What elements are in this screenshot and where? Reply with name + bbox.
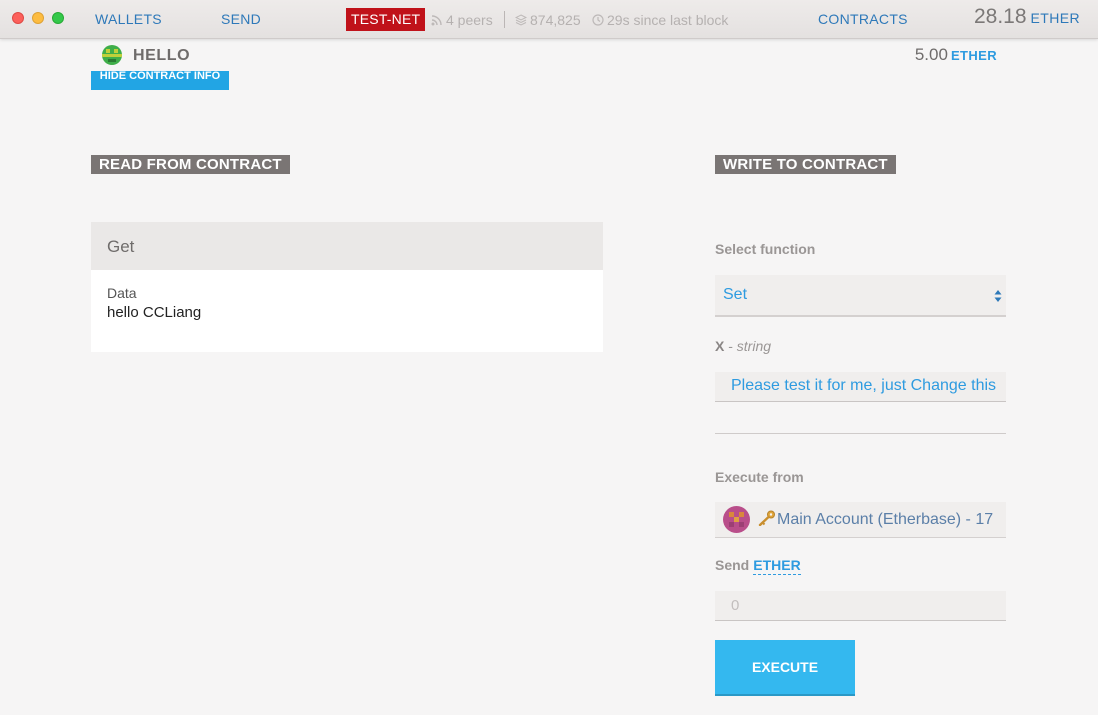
parameter-label: X - string xyxy=(715,338,771,354)
parameter-x-input[interactable]: Please test it for me, just Change this xyxy=(715,372,1006,402)
selected-function: Set xyxy=(723,286,748,303)
nav-contracts-link[interactable]: CONTRACTS xyxy=(818,11,908,27)
divider xyxy=(715,433,1006,434)
parameter-name: X xyxy=(715,338,725,354)
block-number: 874,825 xyxy=(530,12,581,28)
network-badge: TEST-NET xyxy=(346,8,426,31)
nav-send-link[interactable]: SEND xyxy=(221,11,261,27)
block-number-status: 874,825 xyxy=(515,12,581,28)
peers-status: 4 peers xyxy=(431,12,493,28)
blocks-layers-icon xyxy=(515,14,527,26)
peers-signal-icon xyxy=(431,15,442,26)
contract-balance: 5.00 ETHER xyxy=(915,45,997,65)
select-function-label: Select function xyxy=(715,241,816,257)
hide-contract-info-button[interactable]: HIDE CONTRACT INFO xyxy=(91,71,229,90)
contract-balance-unit: ETHER xyxy=(950,48,997,63)
execute-button[interactable]: EXECUTE xyxy=(715,640,855,694)
peers-count: 4 peers xyxy=(446,12,493,28)
parameter-x-value: Please test it for me, just Change this xyxy=(731,377,997,394)
nav-wallets-link[interactable]: WALLETS xyxy=(95,11,162,27)
read-function-output: Data hello CCLiang xyxy=(91,270,603,352)
read-function-header: Get xyxy=(91,222,603,270)
total-balance-unit: ETHER xyxy=(1030,10,1080,26)
contract-balance-amount: 5.00 xyxy=(914,45,948,64)
execute-from-label: Execute from xyxy=(715,469,804,485)
output-value: hello CCLiang xyxy=(107,304,202,321)
function-select[interactable]: Set xyxy=(715,275,1006,317)
last-block-time: 29s since last block xyxy=(607,12,729,28)
parameter-type: string xyxy=(736,338,772,354)
status-separator xyxy=(504,11,505,28)
output-label: Data xyxy=(107,285,137,301)
send-amount-input[interactable]: 0 xyxy=(715,591,1006,621)
send-amount-value: 0 xyxy=(731,597,740,614)
last-block-status: 29s since last block xyxy=(592,12,728,28)
minimize-window-icon[interactable] xyxy=(32,12,44,24)
execute-from-select[interactable]: Main Account (Etherbase) - 17 xyxy=(715,502,1006,538)
key-icon xyxy=(758,510,775,526)
title-bar: WALLETS SEND TEST-NET 4 peers 874,825 29… xyxy=(0,0,1098,39)
send-amount-label: Send ETHER xyxy=(715,557,801,575)
read-section-title: READ FROM CONTRACT xyxy=(91,155,290,174)
read-function-name: Get xyxy=(107,237,135,256)
parameter-separator: - xyxy=(724,338,737,354)
total-balance: 28.18 ETHER xyxy=(974,5,1080,29)
send-label-text: Send xyxy=(715,557,750,573)
selected-account: Main Account (Etherbase) - 17 xyxy=(777,511,994,528)
zoom-window-icon[interactable] xyxy=(52,12,64,24)
contract-name: HELLO xyxy=(133,47,191,64)
contract-identicon xyxy=(102,45,122,65)
send-unit-toggle[interactable]: ETHER xyxy=(753,557,801,575)
total-balance-amount: 28.18 xyxy=(973,5,1027,28)
close-window-icon[interactable] xyxy=(12,12,24,24)
clock-icon xyxy=(592,14,604,26)
write-section-title: WRITE TO CONTRACT xyxy=(715,155,896,174)
account-identicon xyxy=(723,506,750,533)
select-arrows-icon xyxy=(994,290,1002,302)
